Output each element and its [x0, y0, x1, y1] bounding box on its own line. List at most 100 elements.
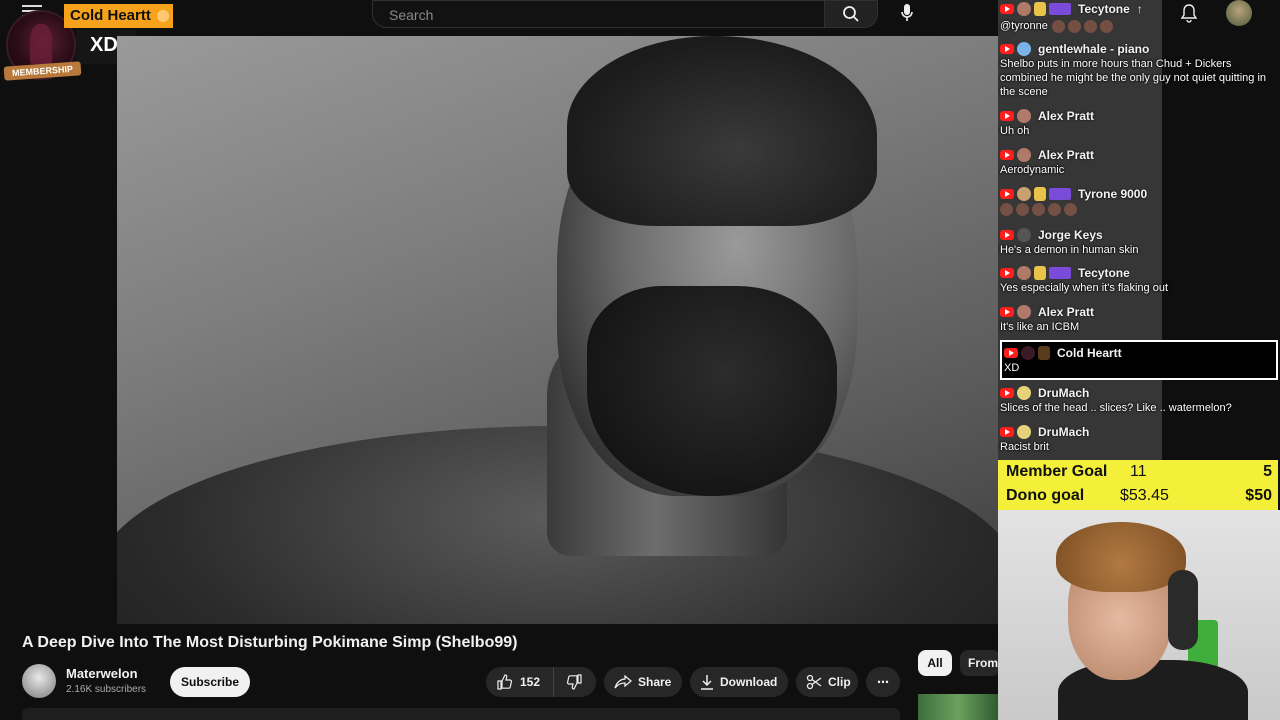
download-button[interactable]: Download: [690, 667, 788, 697]
chat-message: Tecytone Yes especially when it's flakin…: [1000, 265, 1270, 295]
chat-text: Slices of the head .. slices? Like .. wa…: [1000, 402, 1232, 414]
webcam-overlay: [998, 510, 1280, 720]
share-label: Share: [638, 675, 672, 689]
chat-username: DruMach: [1038, 386, 1090, 400]
thumbs-up-icon: [497, 674, 512, 690]
crown-badge-icon: [1049, 3, 1071, 15]
chat-username: Jorge Keys: [1038, 228, 1103, 242]
webcam-hair: [1056, 522, 1186, 592]
crown-badge-icon: [1049, 267, 1071, 279]
subscribe-button[interactable]: Subscribe: [170, 667, 250, 697]
chat-message-highlighted: Cold Heartt XD: [1000, 340, 1278, 380]
video-player[interactable]: [117, 36, 998, 624]
dono-goal-target: $50: [1245, 487, 1272, 504]
alert-name: Cold Heartt: [70, 7, 151, 24]
more-actions-button[interactable]: ⋯: [866, 667, 900, 697]
goals-widget: Member Goal 11 5 Dono goal $53.45 $50: [998, 460, 1278, 510]
chat-message: gentlewhale - piano Shelbo puts in more …: [1000, 41, 1270, 99]
chat-username: DruMach: [1038, 425, 1090, 439]
chat-avatar: [1017, 266, 1031, 280]
video-frame-hair: [567, 36, 877, 226]
search-box: [372, 0, 825, 28]
youtube-icon: [1000, 388, 1014, 398]
chat-avatar: [1017, 386, 1031, 400]
webcam-body: [1058, 660, 1248, 720]
chat-username: Tyrone 9000: [1078, 187, 1148, 201]
alert-banner: Cold Heartt: [64, 4, 173, 28]
microphone-icon: [901, 4, 913, 21]
chat-message: Jorge Keys He's a demon in human skin: [1000, 227, 1270, 257]
arrow-up-icon: ↑: [1136, 2, 1143, 16]
member-badge-icon: [1034, 266, 1046, 280]
chat-message: Alex Pratt Aerodynamic: [1000, 147, 1270, 177]
share-button[interactable]: Share: [604, 667, 682, 697]
search-icon: [843, 6, 859, 22]
chat-message-top: Tecytone ↑ @tyronne: [1000, 1, 1270, 33]
video-frame-beard: [587, 286, 837, 496]
member-badge-icon: [1034, 2, 1046, 16]
chat-avatar: [1017, 425, 1031, 439]
emote-row: [1000, 203, 1270, 216]
chat-username: Tecytone: [1078, 266, 1130, 280]
chat-text: It's like an ICBM: [1000, 321, 1080, 333]
like-count: 152: [520, 675, 541, 689]
member-goal-target: 5: [1263, 463, 1272, 480]
dislike-button[interactable]: [554, 667, 596, 697]
chat-avatar: [1017, 148, 1031, 162]
more-icon: ⋯: [877, 675, 889, 689]
chat-message: DruMach Racist brit: [1000, 424, 1270, 454]
channel-avatar[interactable]: [22, 664, 56, 698]
download-icon: [701, 675, 713, 690]
member-goal-label: Member Goal: [1006, 463, 1108, 480]
youtube-icon: [1000, 4, 1014, 14]
chat-username: gentlewhale - piano: [1038, 42, 1150, 56]
clip-label: Clip: [828, 675, 851, 689]
youtube-icon: [1000, 268, 1014, 278]
search-button[interactable]: [824, 0, 878, 28]
chat-text: Shelbo puts in more hours than Chud + Di…: [1000, 58, 1267, 98]
chat-avatar: [1021, 346, 1035, 360]
dono-goal-row: Dono goal $53.45 $50: [1006, 484, 1272, 508]
chat-avatar: [1017, 228, 1031, 242]
member-goal-row: Member Goal 11 5: [1006, 460, 1272, 484]
voice-search-button[interactable]: [890, 0, 924, 26]
chat-message: Tyrone 9000: [1000, 186, 1270, 216]
chip-all[interactable]: All: [918, 650, 952, 676]
youtube-icon: [1000, 189, 1014, 199]
chat-avatar: [1017, 42, 1031, 56]
emote-row: [1051, 20, 1113, 33]
chat-text: XD: [1004, 362, 1020, 374]
chat-message: Alex Pratt It's like an ICBM: [1000, 304, 1270, 334]
chat-text: Yes especially when it's flaking out: [1000, 282, 1169, 294]
crown-badge-icon: [1049, 188, 1071, 200]
youtube-icon: [1000, 44, 1014, 54]
video-title: A Deep Dive Into The Most Disturbing Pok…: [22, 634, 518, 651]
chat-avatar: [1017, 2, 1031, 16]
like-button[interactable]: 152: [486, 667, 554, 697]
youtube-icon: [1000, 111, 1014, 121]
dono-goal-current: $53.45: [1120, 487, 1169, 504]
chat-message: DruMach Slices of the head .. slices? Li…: [1000, 385, 1270, 415]
chat-username: Alex Pratt: [1038, 305, 1095, 319]
download-label: Download: [720, 675, 778, 689]
chat-username: Alex Pratt: [1038, 148, 1095, 162]
share-icon: [614, 675, 632, 689]
description-box[interactable]: [22, 708, 900, 720]
recommended-thumbnail[interactable]: [918, 694, 998, 720]
headset-icon: [1168, 570, 1198, 650]
youtube-icon: [1000, 427, 1014, 437]
chat-text: @tyronne: [1000, 20, 1048, 32]
channel-name[interactable]: Materwelon: [66, 666, 138, 681]
clip-button[interactable]: Clip: [796, 667, 858, 697]
chat-message: Alex Pratt Uh oh: [1000, 108, 1270, 138]
chat-text: He's a demon in human skin: [1000, 244, 1139, 256]
chat-avatar: [1017, 305, 1031, 319]
member-badge-icon: [1038, 346, 1050, 360]
chat-text: Uh oh: [1000, 125, 1030, 137]
chat-text: Racist brit: [1000, 441, 1049, 453]
dono-goal-label: Dono goal: [1006, 487, 1085, 504]
search-input[interactable]: [387, 4, 811, 26]
like-dislike-group: 152: [486, 667, 596, 697]
chip-from[interactable]: From: [960, 650, 1000, 676]
youtube-icon: [1004, 348, 1018, 358]
